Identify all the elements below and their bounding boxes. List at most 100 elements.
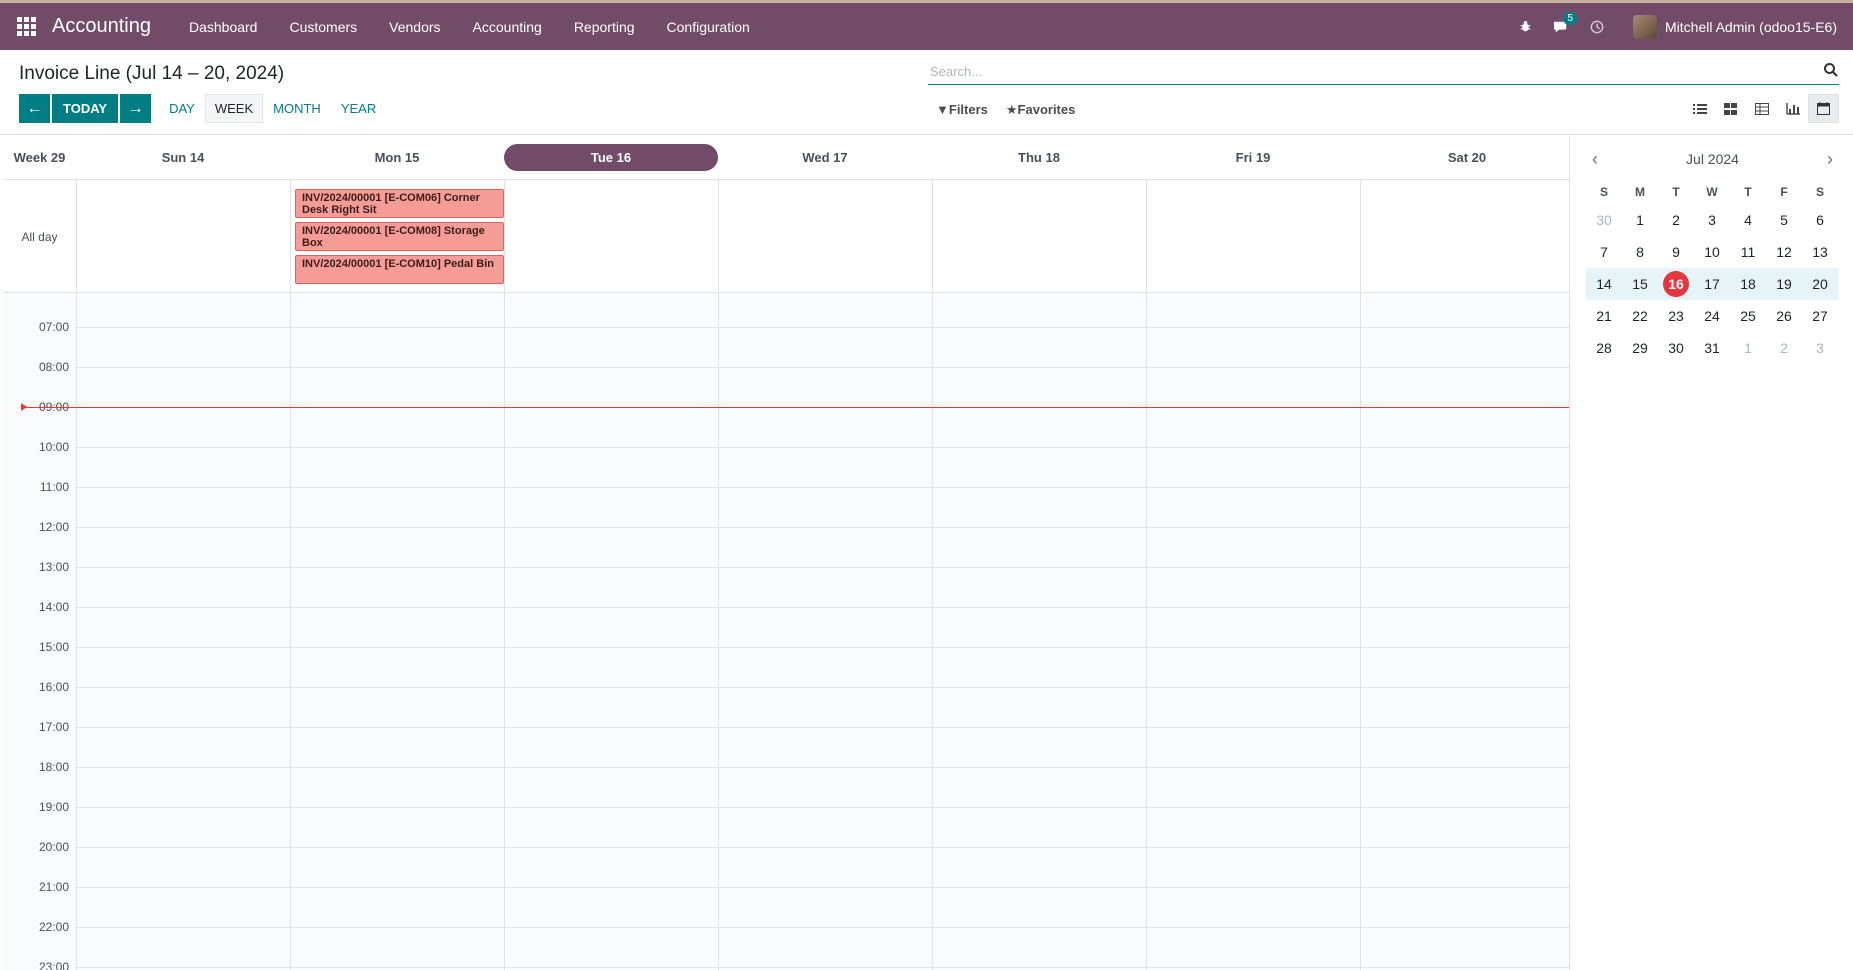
chevron-right-icon[interactable]: › bbox=[1827, 149, 1833, 170]
hour-line bbox=[76, 807, 1569, 808]
mini-calendar-day[interactable]: 7 bbox=[1586, 236, 1622, 268]
scale-month-button[interactable]: MONTH bbox=[263, 94, 331, 123]
mini-calendar-day[interactable]: 1 bbox=[1730, 332, 1766, 364]
mini-calendar-day[interactable]: 24 bbox=[1694, 300, 1730, 332]
pivot-view-icon[interactable] bbox=[1746, 94, 1777, 123]
mini-calendar-day[interactable]: 25 bbox=[1730, 300, 1766, 332]
day-number: 29 bbox=[1632, 340, 1648, 356]
mini-calendar-day[interactable]: 8 bbox=[1622, 236, 1658, 268]
search-icon[interactable] bbox=[1823, 62, 1839, 78]
mini-calendar-day[interactable]: 20 bbox=[1802, 268, 1838, 300]
mini-calendar-day[interactable]: 10 bbox=[1694, 236, 1730, 268]
calendar-view-icon[interactable] bbox=[1808, 94, 1839, 123]
day-number: 1 bbox=[1636, 212, 1644, 228]
mini-calendar-day[interactable]: 17 bbox=[1694, 268, 1730, 300]
hour-label: 14:00 bbox=[38, 600, 69, 614]
today-button[interactable]: TODAY bbox=[52, 94, 119, 123]
mini-calendar-day[interactable]: 9 bbox=[1658, 236, 1694, 268]
mini-calendar-day[interactable]: 18 bbox=[1730, 268, 1766, 300]
day-number: 11 bbox=[1740, 244, 1756, 260]
menu-accounting[interactable]: Accounting bbox=[457, 3, 558, 50]
day-number: 10 bbox=[1704, 244, 1720, 260]
mini-calendar-day[interactable]: 26 bbox=[1766, 300, 1802, 332]
column-divider bbox=[932, 293, 933, 970]
calendar-event[interactable]: INV/2024/00001 [E-COM10] Pedal Bin bbox=[295, 255, 504, 284]
previous-button[interactable]: ← bbox=[19, 94, 50, 123]
day-number: 30 bbox=[1668, 340, 1684, 356]
hour-label: 23:00 bbox=[38, 960, 69, 970]
mini-calendar-day[interactable]: 22 bbox=[1622, 300, 1658, 332]
all-day-row[interactable]: All day INV/2024/00001 [E-COM06] Corner … bbox=[3, 180, 1569, 293]
mini-calendar-month: Jul 2024 bbox=[1686, 151, 1739, 167]
mini-calendar-day[interactable]: 12 bbox=[1766, 236, 1802, 268]
debug-bug-icon[interactable] bbox=[1507, 3, 1543, 50]
menu-reporting[interactable]: Reporting bbox=[558, 3, 651, 50]
mini-calendar-day[interactable]: 19 bbox=[1766, 268, 1802, 300]
menu-customers[interactable]: Customers bbox=[273, 3, 373, 50]
list-view-icon[interactable] bbox=[1684, 94, 1715, 123]
search-input[interactable] bbox=[928, 59, 1808, 83]
mini-calendar-day[interactable]: 28 bbox=[1586, 332, 1622, 364]
scale-day-button[interactable]: DAY bbox=[159, 94, 205, 123]
hour-label: 13:00 bbox=[38, 560, 69, 574]
filters-dropdown[interactable]: ▼Filters bbox=[936, 102, 988, 118]
day-number: 3 bbox=[1708, 212, 1716, 228]
apps-menu-icon[interactable] bbox=[0, 3, 52, 50]
graph-view-icon[interactable] bbox=[1777, 94, 1808, 123]
kanban-view-icon[interactable] bbox=[1715, 94, 1746, 123]
hour-label: 15:00 bbox=[38, 640, 69, 654]
mini-calendar-day[interactable]: 3 bbox=[1694, 204, 1730, 236]
mini-calendar-day[interactable]: 2 bbox=[1658, 204, 1694, 236]
day-header-fri[interactable]: Fri 19 bbox=[1146, 135, 1360, 180]
menu-vendors[interactable]: Vendors bbox=[373, 3, 456, 50]
favorites-dropdown[interactable]: ★Favorites bbox=[1006, 102, 1075, 118]
hour-line bbox=[76, 767, 1569, 768]
day-header-wed[interactable]: Wed 17 bbox=[718, 135, 932, 180]
mini-calendar-day[interactable]: 15 bbox=[1622, 268, 1658, 300]
day-header-thu[interactable]: Thu 18 bbox=[932, 135, 1146, 180]
mini-calendar-week: 14 15 16 17 18 19 20 bbox=[1586, 268, 1839, 300]
mini-calendar-day[interactable]: 1 bbox=[1622, 204, 1658, 236]
mini-calendar-day[interactable]: 21 bbox=[1586, 300, 1622, 332]
hour-line bbox=[76, 847, 1569, 848]
mini-calendar-today[interactable]: 16 bbox=[1658, 268, 1694, 300]
messages-icon[interactable]: 5 bbox=[1543, 3, 1579, 50]
menu-configuration[interactable]: Configuration bbox=[651, 3, 766, 50]
activity-clock-icon[interactable] bbox=[1579, 3, 1615, 50]
mini-calendar-day[interactable]: 3 bbox=[1802, 332, 1838, 364]
day-header-tue[interactable]: Tue 16 bbox=[504, 135, 718, 180]
day-header-mon[interactable]: Mon 15 bbox=[290, 135, 504, 180]
top-navbar: Accounting Dashboard Customers Vendors A… bbox=[0, 0, 1853, 50]
user-menu[interactable]: Mitchell Admin (odoo15-E6) bbox=[1633, 14, 1837, 39]
mini-calendar-day[interactable]: 13 bbox=[1802, 236, 1838, 268]
menu-dashboard[interactable]: Dashboard bbox=[173, 3, 274, 50]
mini-calendar-day[interactable]: 29 bbox=[1622, 332, 1658, 364]
calendar-event[interactable]: INV/2024/00001 [E-COM06] Corner Desk Rig… bbox=[295, 189, 504, 218]
hour-line bbox=[76, 727, 1569, 728]
scale-year-button[interactable]: YEAR bbox=[331, 94, 386, 123]
mini-calendar-day[interactable]: 30 bbox=[1586, 204, 1622, 236]
next-button[interactable]: → bbox=[120, 94, 152, 123]
app-brand[interactable]: Accounting bbox=[52, 15, 151, 38]
mini-calendar-week: 7 8 9 10 11 12 13 bbox=[1586, 236, 1839, 268]
mini-calendar-day[interactable]: 5 bbox=[1766, 204, 1802, 236]
day-header-sun[interactable]: Sun 14 bbox=[76, 135, 290, 180]
mini-calendar-day[interactable]: 4 bbox=[1730, 204, 1766, 236]
mini-calendar-day[interactable]: 11 bbox=[1730, 236, 1766, 268]
mini-calendar-day[interactable]: 14 bbox=[1586, 268, 1622, 300]
mini-calendar-day[interactable]: 30 bbox=[1658, 332, 1694, 364]
chevron-left-icon[interactable]: ‹ bbox=[1592, 149, 1598, 170]
mini-calendar-day[interactable]: 31 bbox=[1694, 332, 1730, 364]
mini-calendar-day[interactable]: 23 bbox=[1658, 300, 1694, 332]
hour-line bbox=[76, 887, 1569, 888]
mini-calendar-day[interactable]: 2 bbox=[1766, 332, 1802, 364]
mini-calendar-day[interactable]: 6 bbox=[1802, 204, 1838, 236]
scale-week-button[interactable]: WEEK bbox=[204, 94, 264, 123]
mini-calendar-day[interactable]: 27 bbox=[1802, 300, 1838, 332]
mini-calendar-week: 21 22 23 24 25 26 27 bbox=[1586, 300, 1839, 332]
day-header-sat[interactable]: Sat 20 bbox=[1360, 135, 1574, 180]
time-grid[interactable]: 06:0007:0008:0009:0010:0011:0012:0013:00… bbox=[3, 293, 1569, 970]
day-number: 15 bbox=[1632, 276, 1648, 292]
day-number: 28 bbox=[1596, 340, 1612, 356]
calendar-event[interactable]: INV/2024/00001 [E-COM08] Storage Box bbox=[295, 222, 504, 251]
